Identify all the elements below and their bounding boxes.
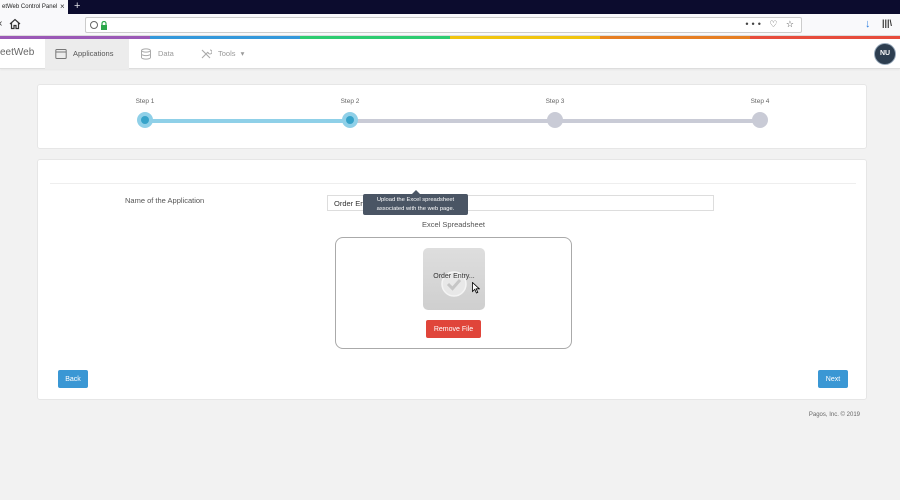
step-dot-1	[137, 112, 153, 128]
application-name-label: Name of the Application	[125, 196, 205, 205]
browser-tab-title: etWeb Control Panel	[2, 4, 58, 10]
step-label: Step 3	[545, 98, 565, 105]
step-track-complete	[146, 119, 351, 123]
nav-data[interactable]: Data	[130, 39, 190, 69]
tools-icon	[201, 49, 212, 59]
database-icon	[141, 48, 151, 60]
step-dot-2	[342, 112, 358, 128]
back-button[interactable]: Back	[58, 370, 88, 388]
file-name: Order Entry...	[433, 273, 475, 280]
browser-tab[interactable]: etWeb Control Panel ×	[0, 0, 68, 14]
avatar[interactable]: NU	[874, 43, 896, 65]
remove-file-button[interactable]: Remove File	[426, 320, 481, 338]
stepper-card: Step 1 Step 2 Step 3 Step 4	[37, 84, 867, 149]
window-icon	[55, 49, 67, 59]
footer-copyright: Pagos, Inc. © 2019	[808, 412, 860, 418]
file-preview: Order Entry...	[423, 248, 485, 310]
next-button[interactable]: Next	[818, 370, 848, 388]
nav-applications[interactable]: Applications	[45, 39, 129, 69]
page-actions-icons[interactable]: ••• ♡ ☆	[745, 19, 797, 30]
url-bar[interactable]: ••• ♡ ☆	[85, 17, 802, 33]
app-header: eetWeb Applications Data Tools ▾ NU	[0, 39, 900, 69]
tooltip-line: associated with the web page.	[376, 206, 455, 212]
tooltip-line: Upload the Excel spreadsheet	[376, 197, 455, 203]
nav-tools-label: Tools	[218, 49, 236, 58]
step-label: Step 2	[340, 98, 360, 105]
step-dot-4	[752, 112, 768, 128]
library-icon[interactable]: |||\	[882, 18, 892, 28]
lock-icon	[101, 21, 107, 30]
step-dot-3	[547, 112, 563, 128]
browser-toolbar: ‹ ••• ♡ ☆ ↓ |||\	[0, 14, 900, 36]
browser-tab-strip: etWeb Control Panel × +	[0, 0, 900, 14]
nav-tools[interactable]: Tools ▾	[190, 39, 260, 69]
info-icon[interactable]	[90, 21, 98, 29]
spreadsheet-label: Excel Spreadsheet	[422, 220, 485, 229]
download-icon[interactable]: ↓	[865, 18, 871, 30]
step-label: Step 4	[750, 98, 770, 105]
close-tab-icon[interactable]: ×	[60, 0, 65, 13]
mouse-cursor-icon	[472, 282, 480, 294]
nav-applications-label: Applications	[73, 49, 114, 58]
spreadsheet-dropzone[interactable]: Order Entry... Remove File	[335, 237, 572, 349]
chevron-down-icon: ▾	[240, 49, 245, 58]
upload-tooltip: Upload the Excel spreadsheet associated …	[363, 190, 468, 215]
home-icon[interactable]	[9, 18, 21, 30]
brand-logo[interactable]: eetWeb	[0, 47, 34, 58]
divider	[50, 183, 856, 184]
new-tab-icon[interactable]: +	[74, 0, 80, 13]
back-arrow-icon[interactable]: ‹	[0, 18, 2, 29]
nav-data-label: Data	[158, 49, 174, 58]
step-label: Step 1	[135, 98, 155, 105]
